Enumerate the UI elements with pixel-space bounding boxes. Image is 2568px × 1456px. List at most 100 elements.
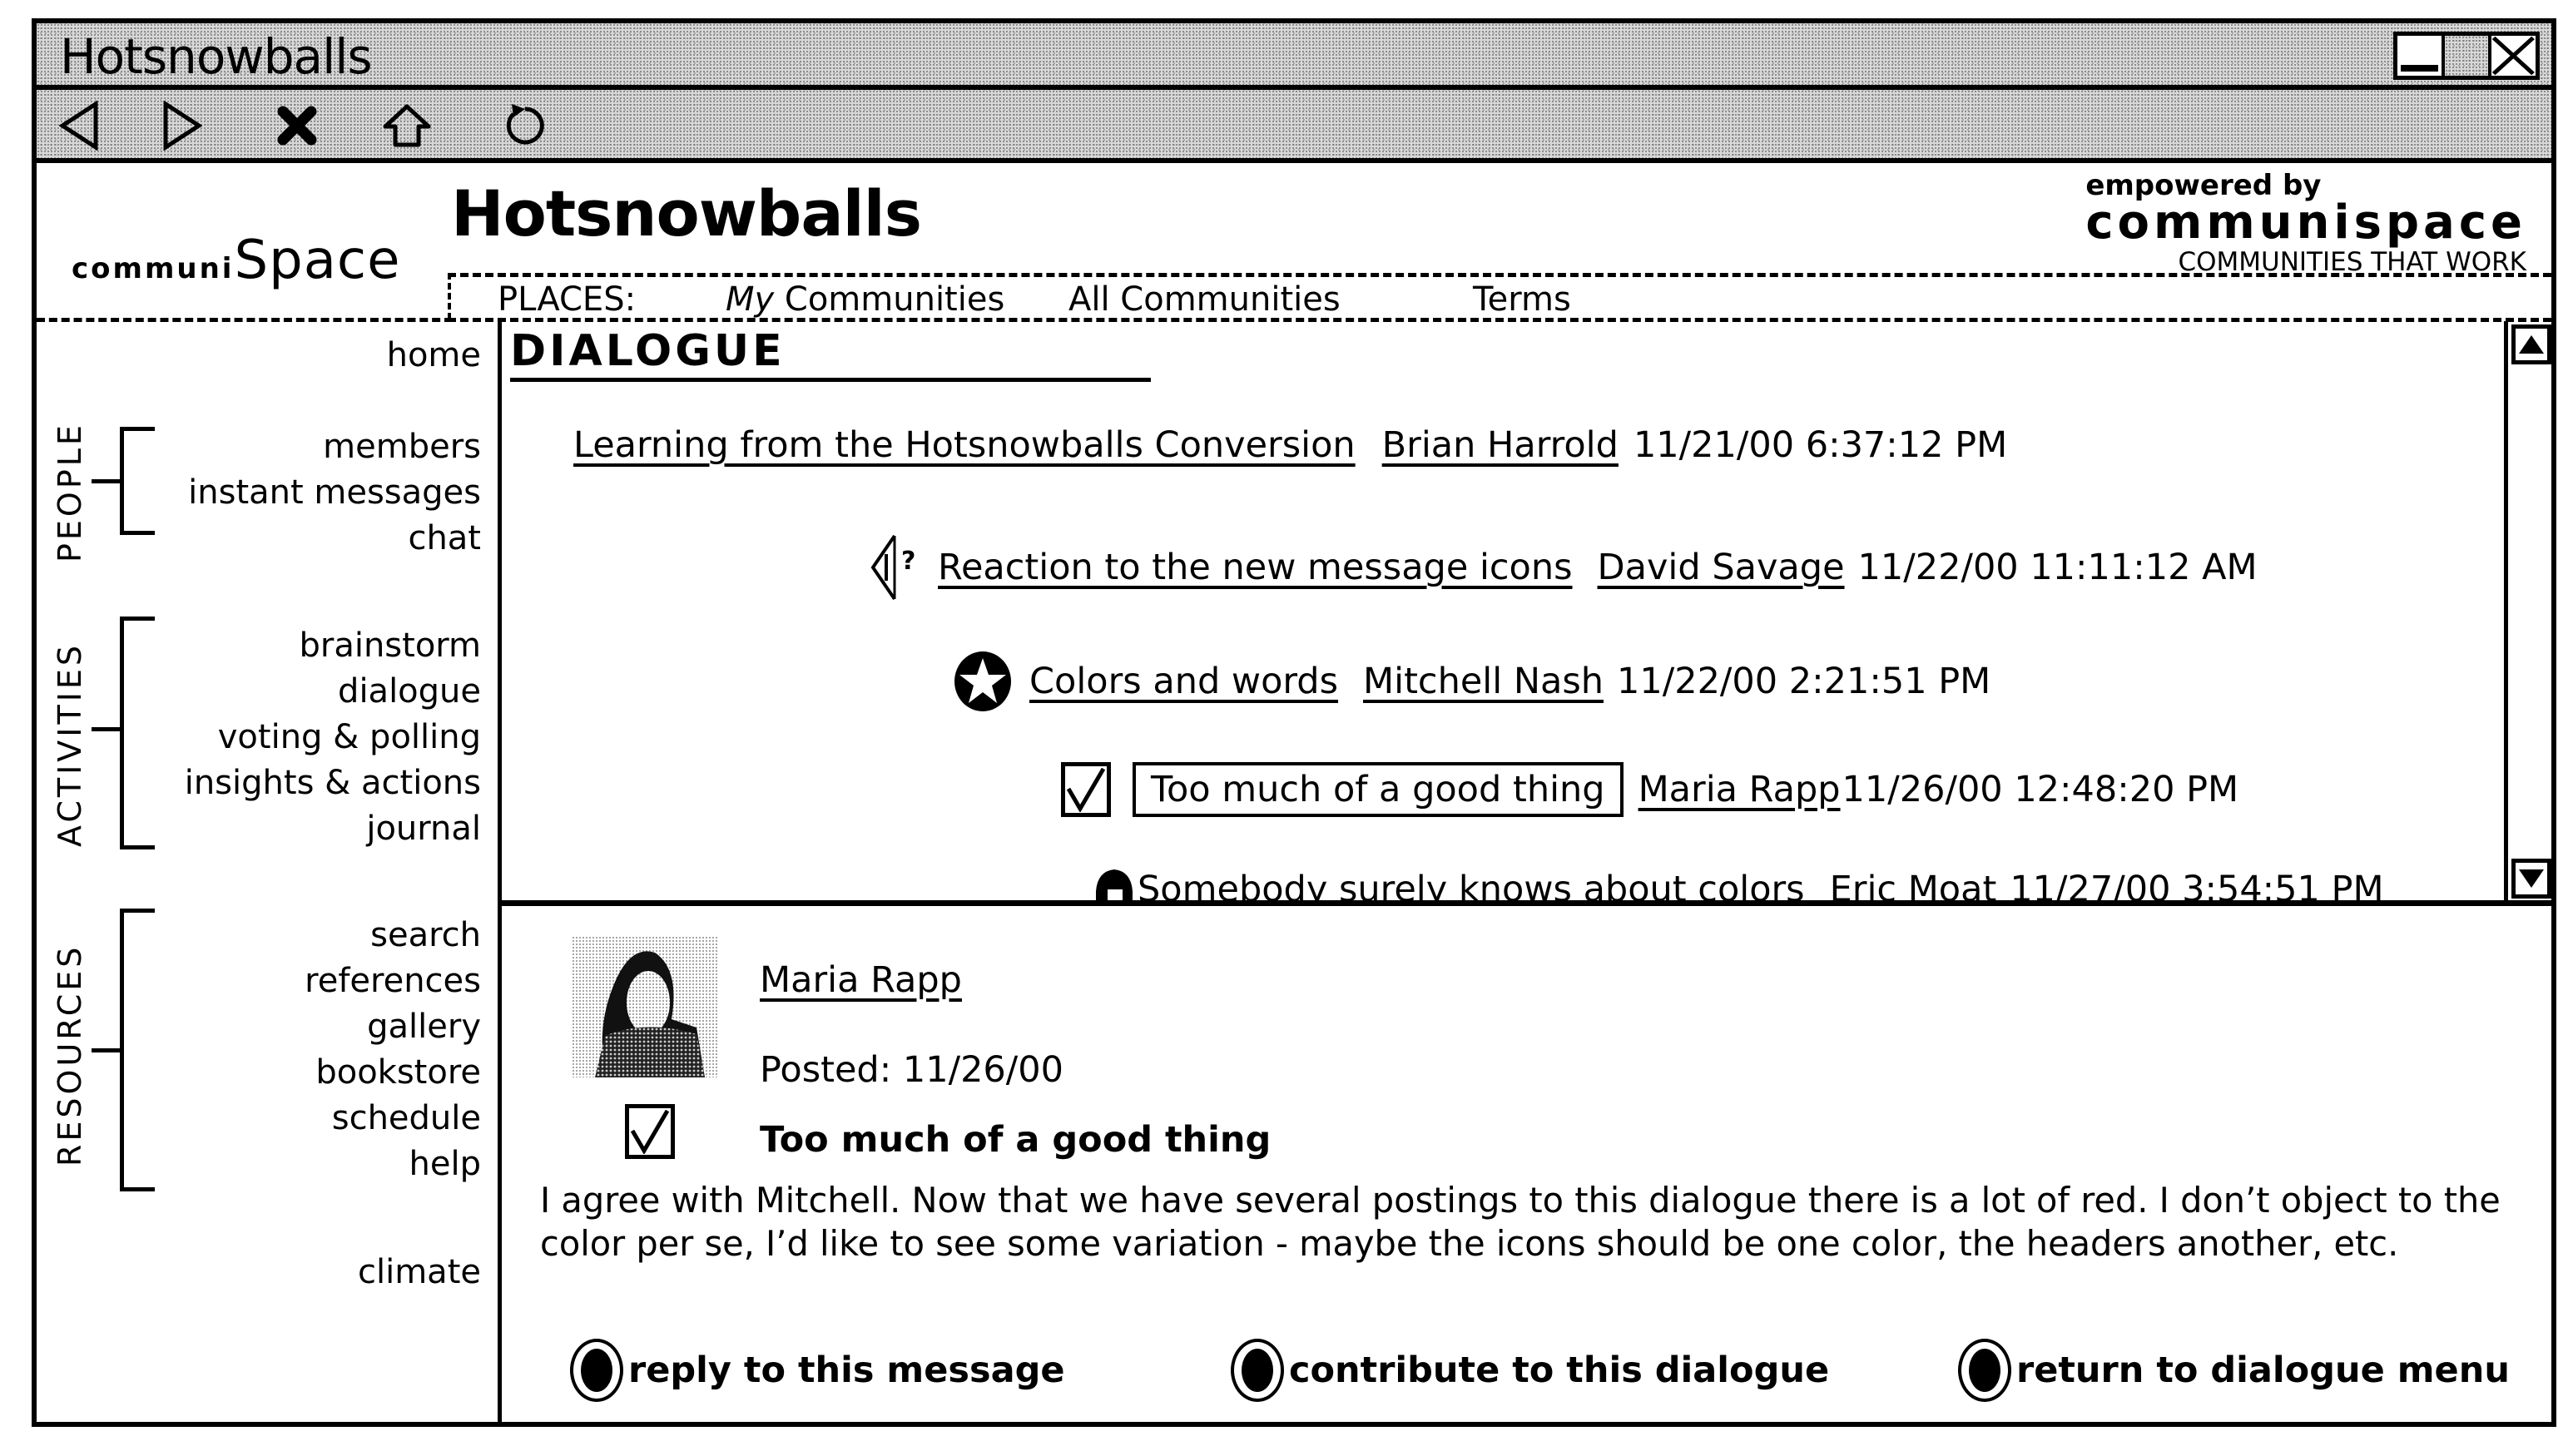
thread-timestamp: 11/21/00 6:37:12 PM xyxy=(1633,424,2008,466)
thread-subject-link[interactable]: Learning from the Hotsnowballs Conversio… xyxy=(573,424,1356,466)
back-button[interactable] xyxy=(50,98,108,153)
author-avatar-photo[interactable] xyxy=(572,936,718,1077)
sidebar-item-voting-polling[interactable]: voting & polling xyxy=(218,715,481,760)
home-button[interactable] xyxy=(378,98,436,153)
bracket-tick-activities xyxy=(92,727,121,731)
forward-triangle-icon xyxy=(163,101,202,151)
thread-row: Somebody surely knows about colors Eric … xyxy=(1091,866,2384,904)
scroll-up-button[interactable] xyxy=(2511,324,2551,364)
sidebar-item-home[interactable]: home xyxy=(387,333,481,378)
stop-button[interactable] xyxy=(268,98,326,153)
bracket-tick-people xyxy=(92,479,121,483)
checkmark-box xyxy=(1061,762,1111,817)
sidebar: home PEOPLE members instant messages cha… xyxy=(37,321,499,1422)
thread-row: Colors and words Mitchell Nash 11/22/00 … xyxy=(953,650,1990,713)
thread-timestamp: 11/22/00 11:11:12 AM xyxy=(1857,547,2258,588)
thread-author-link[interactable]: David Savage xyxy=(1598,547,1845,588)
sidebar-item-chat[interactable]: chat xyxy=(408,516,481,561)
thread-timestamp: 11/22/00 2:21:51 PM xyxy=(1617,661,1991,702)
close-icon xyxy=(2492,36,2536,76)
return-action[interactable]: return to dialogue menu xyxy=(1958,1339,2510,1402)
maximize-button[interactable] xyxy=(2444,36,2492,76)
sidebar-item-bookstore[interactable]: bookstore xyxy=(315,1050,481,1095)
radio-bullet-icon xyxy=(1231,1339,1284,1402)
close-button[interactable] xyxy=(2491,36,2536,76)
brand-tagline: COMMUNITIES THAT WORK xyxy=(2178,247,2526,277)
radio-bullet-icon xyxy=(570,1339,623,1402)
nav-my-prefix: My xyxy=(726,280,775,319)
thread-list-scrollbar[interactable] xyxy=(2504,321,2551,904)
sidebar-item-insights-actions[interactable]: insights & actions xyxy=(185,760,481,805)
forward-button[interactable] xyxy=(153,98,211,153)
message-detail: Maria Rapp Posted: 11/26/00 Too much of … xyxy=(502,906,2551,1422)
minimize-button[interactable] xyxy=(2397,36,2445,76)
brand-name: communispace xyxy=(2085,196,2526,250)
minimize-icon xyxy=(2401,65,2438,72)
radio-bullet-icon xyxy=(1958,1339,2011,1402)
contribute-action[interactable]: contribute to this dialogue xyxy=(1231,1339,1829,1402)
message-body: I agree with Mitchell. Now that we have … xyxy=(540,1180,2501,1264)
site-title: Hotsnowballs xyxy=(451,176,922,250)
sidebar-item-help[interactable]: help xyxy=(409,1142,481,1186)
bracket-activities xyxy=(120,617,155,849)
stop-x-icon xyxy=(277,106,317,146)
message-checkmark-box xyxy=(625,1104,675,1159)
thread-timestamp: 11/26/00 12:48:20 PM xyxy=(1842,769,2239,810)
message-subject: Too much of a good thing xyxy=(760,1119,1272,1161)
sidebar-item-search[interactable]: search xyxy=(370,913,481,958)
triangle-down-icon xyxy=(2519,869,2544,888)
logo-text-large: Space xyxy=(234,230,401,291)
sidebar-item-gallery[interactable]: gallery xyxy=(367,1004,481,1049)
thread-subject-selected[interactable]: Too much of a good thing xyxy=(1133,762,1624,817)
refresh-icon xyxy=(506,104,544,145)
window-controls xyxy=(2393,32,2540,80)
thread-author-link[interactable]: Eric Moat xyxy=(1830,869,1997,904)
back-triangle-icon xyxy=(59,101,98,151)
home-icon xyxy=(383,104,431,147)
empowered-by-logo: empowered by communispace COMMUNITIES TH… xyxy=(2085,171,2526,275)
sidebar-item-schedule[interactable]: schedule xyxy=(332,1096,481,1141)
triangle-up-icon xyxy=(2519,335,2544,354)
contribute-action-label: contribute to this dialogue xyxy=(1289,1350,1830,1391)
group-label-resources: RESOURCES xyxy=(52,943,88,1166)
nav-terms[interactable]: Terms xyxy=(1473,280,1571,319)
title-bar: Hotsnowballs xyxy=(37,23,2551,90)
sidebar-item-brainstorm[interactable]: brainstorm xyxy=(299,623,481,668)
thread-subject-link[interactable]: Reaction to the new message icons xyxy=(938,547,1573,588)
nav-all-communities[interactable]: All Communities xyxy=(1068,280,1341,319)
thread-row-selected: Too much of a good thing Maria Rapp 11/2… xyxy=(1061,762,2238,817)
thread-subject-link[interactable]: Somebody surely knows about colors xyxy=(1138,869,1805,904)
scroll-down-button[interactable] xyxy=(2511,859,2551,899)
message-author-link[interactable]: Maria Rapp xyxy=(760,959,962,1001)
svg-text:?: ? xyxy=(901,547,915,576)
logo-text-small: communi xyxy=(72,252,235,285)
sidebar-item-dialogue[interactable]: dialogue xyxy=(338,669,481,714)
communispace-logo[interactable]: communiSpace xyxy=(72,230,400,291)
bracket-people xyxy=(120,427,155,535)
list-detail-divider xyxy=(502,900,2551,906)
sidebar-item-journal[interactable]: journal xyxy=(366,806,481,851)
nav-my-communities[interactable]: My Communities xyxy=(726,280,1004,319)
bell-icon xyxy=(1096,869,1133,904)
thread-author-link[interactable]: Brian Harrold xyxy=(1382,424,1619,466)
return-action-label: return to dialogue menu xyxy=(2016,1350,2510,1391)
dialogue-heading-rule xyxy=(510,378,1151,382)
sidebar-item-climate[interactable]: climate xyxy=(358,1250,481,1295)
message-posted-date: Posted: 11/26/00 xyxy=(760,1049,1063,1091)
refresh-button[interactable] xyxy=(494,98,553,153)
reply-action[interactable]: reply to this message xyxy=(570,1339,1065,1402)
sidebar-item-members[interactable]: members xyxy=(323,424,481,469)
places-label: PLACES: xyxy=(498,280,637,319)
thread-author-link[interactable]: Mitchell Nash xyxy=(1363,661,1604,702)
thread-subject-link[interactable]: Colors and words xyxy=(1029,661,1338,702)
thread-author-link[interactable]: Maria Rapp xyxy=(1638,769,1841,810)
checkmark-icon xyxy=(1066,767,1106,812)
thread-timestamp: 11/27/00 3:54:51 PM xyxy=(2010,869,2384,904)
dialogue-heading: DIALOGUE xyxy=(510,326,786,376)
thread-row: Learning from the Hotsnowballs Conversio… xyxy=(573,424,2007,466)
window-title: Hotsnowballs xyxy=(60,28,373,85)
group-label-people: PEOPLE xyxy=(52,422,88,562)
thread-row: ? Reaction to the new message icons Davi… xyxy=(868,532,2258,602)
sidebar-item-references[interactable]: references xyxy=(305,958,481,1003)
sidebar-item-instant-messages[interactable]: instant messages xyxy=(188,470,481,515)
